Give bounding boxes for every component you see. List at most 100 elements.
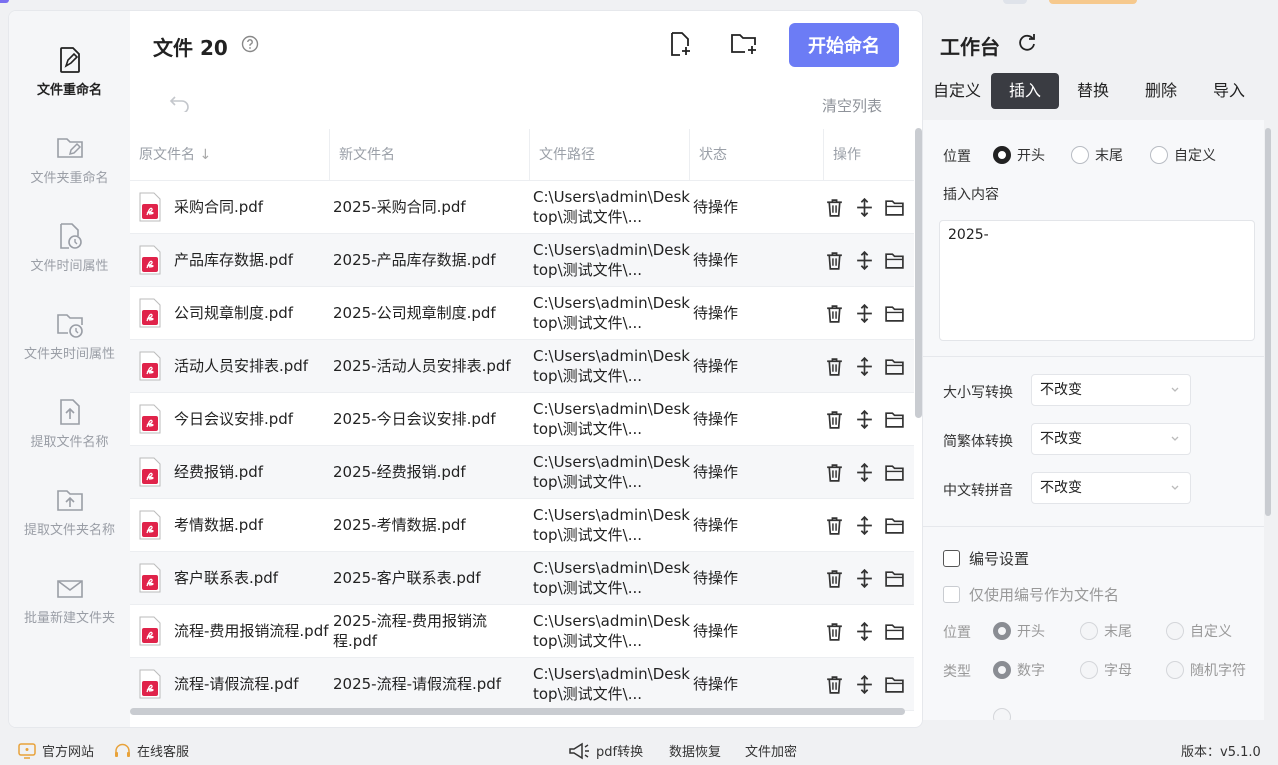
radio-dot xyxy=(993,622,1011,640)
num-position-start-radio[interactable]: 开头 xyxy=(993,621,1045,641)
row-actions xyxy=(824,674,914,695)
clear-list-button[interactable]: 清空列表 xyxy=(822,95,882,116)
data-recovery-link[interactable]: 数据恢复 xyxy=(669,741,721,760)
position-custom-radio[interactable]: 自定义 xyxy=(1150,145,1216,165)
sidebar-item-folder-time[interactable]: 文件夹时间属性 xyxy=(9,305,130,385)
row-actions xyxy=(824,303,914,324)
table-row[interactable]: 活动人员安排表.pdf 2025-活动人员安排表.pdf C:\Users\ad… xyxy=(130,340,914,393)
delete-icon[interactable] xyxy=(824,250,845,271)
case-convert-select[interactable]: 不改变 xyxy=(1031,374,1191,406)
table-row[interactable]: 流程-请假流程.pdf 2025-流程-请假流程.pdf C:\Users\ad… xyxy=(130,658,914,711)
table-row[interactable]: 经费报销.pdf 2025-经费报销.pdf C:\Users\admin\De… xyxy=(130,446,914,499)
top-widget-badge xyxy=(1049,0,1137,4)
add-folder-icon[interactable] xyxy=(730,31,758,57)
delete-icon[interactable] xyxy=(824,515,845,536)
tab-custom[interactable]: 自定义 xyxy=(923,73,991,109)
new-name: 2025-采购合同.pdf xyxy=(333,198,466,216)
num-type-random-radio[interactable]: 随机字符 xyxy=(1166,660,1246,680)
table-row[interactable]: 公司规章制度.pdf 2025-公司规章制度.pdf C:\Users\admi… xyxy=(130,287,914,340)
tab-insert[interactable]: 插入 xyxy=(991,73,1059,109)
open-folder-icon[interactable] xyxy=(884,197,905,218)
row-actions xyxy=(824,568,914,589)
tab-replace[interactable]: 替换 xyxy=(1059,73,1127,109)
delete-icon[interactable] xyxy=(824,197,845,218)
trad-simplified-select[interactable]: 不改变 xyxy=(1031,423,1191,455)
add-file-icon[interactable] xyxy=(667,31,693,57)
pinyin-select[interactable]: 不改变 xyxy=(1031,472,1191,504)
open-folder-icon[interactable] xyxy=(884,250,905,271)
start-rename-button[interactable]: 开始命名 xyxy=(789,23,899,67)
pdf-convert-link[interactable]: pdf转换 xyxy=(568,741,643,760)
undo-icon[interactable] xyxy=(169,94,191,112)
original-name: 公司规章制度.pdf xyxy=(174,304,294,322)
move-icon[interactable] xyxy=(854,356,875,377)
move-icon[interactable] xyxy=(854,303,875,324)
table-row[interactable]: 流程-费用报销流程.pdf 2025-流程-费用报销流程.pdf C:\User… xyxy=(130,605,914,658)
num-position-custom-radio[interactable]: 自定义 xyxy=(1166,621,1232,641)
table-horizontal-scrollbar[interactable] xyxy=(130,708,905,715)
insert-content-label: 插入内容 xyxy=(943,187,999,203)
num-position-end-radio[interactable]: 末尾 xyxy=(1080,621,1132,641)
sort-down-icon[interactable]: ↓ xyxy=(199,147,211,163)
workspace-scrollbar[interactable] xyxy=(1265,128,1271,516)
open-folder-icon[interactable] xyxy=(884,409,905,430)
sidebar-item-label: 提取文件夹名称 xyxy=(23,523,115,538)
table-header: 原文件名 ↓ 新文件名 文件路径 状态 操作 xyxy=(130,129,914,181)
table-row[interactable]: 今日会议安排.pdf 2025-今日会议安排.pdf C:\Users\admi… xyxy=(130,393,914,446)
move-icon[interactable] xyxy=(854,462,875,483)
delete-icon[interactable] xyxy=(824,568,845,589)
table-row[interactable]: 客户联系表.pdf 2025-客户联系表.pdf C:\Users\admin\… xyxy=(130,552,914,605)
open-folder-icon[interactable] xyxy=(884,621,905,642)
sidebar-item-extract-file-names[interactable]: 提取文件名称 xyxy=(9,393,130,473)
numbering-checkbox[interactable]: 编号设置 xyxy=(943,548,1029,569)
delete-icon[interactable] xyxy=(824,409,845,430)
delete-icon[interactable] xyxy=(824,674,845,695)
column-header-original[interactable]: 原文件名 ↓ xyxy=(130,129,330,181)
help-icon[interactable] xyxy=(241,35,259,53)
status-text: 待操作 xyxy=(693,516,739,534)
num-type-letter-radio[interactable]: 字母 xyxy=(1080,660,1132,680)
table-vertical-scrollbar[interactable] xyxy=(915,128,922,418)
table-row[interactable]: 考情数据.pdf 2025-考情数据.pdf C:\Users\admin\De… xyxy=(130,499,914,552)
tab-delete[interactable]: 删除 xyxy=(1127,73,1195,109)
move-icon[interactable] xyxy=(854,515,875,536)
move-icon[interactable] xyxy=(854,197,875,218)
open-folder-icon[interactable] xyxy=(884,356,905,377)
position-start-radio[interactable]: 开头 xyxy=(993,145,1045,165)
open-folder-icon[interactable] xyxy=(884,462,905,483)
sidebar-item-file-time[interactable]: 文件时间属性 xyxy=(9,217,130,297)
only-numbering-checkbox[interactable]: 仅使用编号作为文件名 xyxy=(943,584,1119,605)
open-folder-icon[interactable] xyxy=(884,303,905,324)
sidebar-item-batch-create-folders[interactable]: 批量新建文件夹 xyxy=(9,569,130,649)
delete-icon[interactable] xyxy=(824,621,845,642)
delete-icon[interactable] xyxy=(824,462,845,483)
move-icon[interactable] xyxy=(854,250,875,271)
move-icon[interactable] xyxy=(854,621,875,642)
tab-import[interactable]: 导入 xyxy=(1195,73,1263,109)
open-folder-icon[interactable] xyxy=(884,515,905,536)
table-row[interactable]: 采购合同.pdf 2025-采购合同.pdf C:\Users\admin\De… xyxy=(130,181,914,234)
delete-icon[interactable] xyxy=(824,356,845,377)
insert-content-input[interactable]: 2025- xyxy=(939,220,1255,341)
num-type-more-radio[interactable] xyxy=(993,708,1017,720)
sidebar-item-extract-folder-names[interactable]: 提取文件夹名称 xyxy=(9,481,130,561)
position-end-radio[interactable]: 末尾 xyxy=(1071,145,1123,165)
footer: 官方网站 在线客服 pdf转换 数据恢复 文件加密 版本：v5.1.0 xyxy=(0,733,1278,765)
move-icon[interactable] xyxy=(854,568,875,589)
support-link[interactable]: 在线客服 xyxy=(114,741,189,760)
delete-icon[interactable] xyxy=(824,303,845,324)
open-folder-icon[interactable] xyxy=(884,568,905,589)
sidebar-item-folder-rename[interactable]: 文件夹重命名 xyxy=(9,129,130,209)
radio-dot xyxy=(1080,661,1098,679)
file-encrypt-link[interactable]: 文件加密 xyxy=(745,741,797,760)
website-link[interactable]: 官方网站 xyxy=(18,741,94,760)
folder-upload-icon xyxy=(56,490,83,511)
open-folder-icon[interactable] xyxy=(884,674,905,695)
num-type-digit-radio[interactable]: 数字 xyxy=(993,660,1045,680)
move-icon[interactable] xyxy=(854,409,875,430)
move-icon[interactable] xyxy=(854,674,875,695)
table-row[interactable]: 产品库存数据.pdf 2025-产品库存数据.pdf C:\Users\admi… xyxy=(130,234,914,287)
checkbox-box xyxy=(943,550,960,567)
sidebar-item-file-rename[interactable]: 文件重命名 xyxy=(9,41,130,121)
refresh-icon[interactable] xyxy=(1017,32,1037,52)
